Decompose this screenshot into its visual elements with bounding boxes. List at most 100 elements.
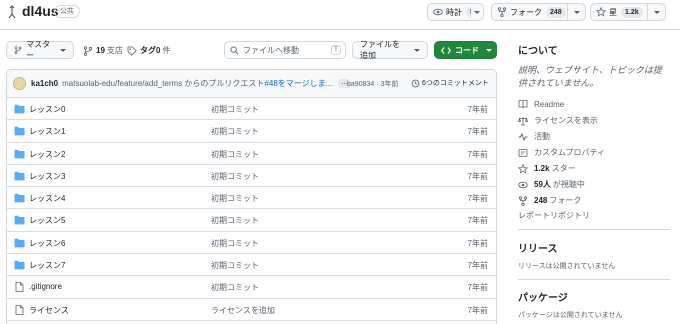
- file-commit-message[interactable]: 初期コミット: [211, 126, 259, 137]
- file-name[interactable]: レッスン6: [29, 238, 65, 249]
- branch-selector[interactable]: マスター: [6, 40, 74, 60]
- watchers-link[interactable]: 59人 が視聴中: [518, 179, 585, 190]
- code-label: コード: [455, 45, 479, 55]
- about-title: について: [518, 46, 558, 57]
- file-name[interactable]: レッスン2: [29, 149, 65, 160]
- file-name[interactable]: レッスン0: [29, 104, 65, 115]
- commit-hash[interactable]: ba90834 · 3年前: [347, 79, 398, 89]
- fork-count: 248: [546, 6, 566, 18]
- file-name[interactable]: レッスン5: [29, 215, 65, 226]
- file-row[interactable]: レッスン0 初期コミット 7年前: [7, 98, 496, 121]
- branches-link[interactable]: 19 支店: [83, 45, 123, 56]
- license-link[interactable]: ライセンスを表示: [518, 115, 598, 126]
- packages-title[interactable]: パッケージ: [518, 289, 568, 304]
- file-age: 7年前: [467, 194, 488, 204]
- sidebar-divider: [518, 279, 670, 280]
- file-commit-message[interactable]: 初期コミット: [211, 193, 259, 204]
- watch-dropdown[interactable]: [471, 3, 484, 21]
- history-icon: [411, 79, 420, 87]
- file-row[interactable]: レッスン1 初期コミット 7年前: [7, 120, 496, 143]
- fork-button[interactable]: フォーク 248: [492, 6, 567, 18]
- chevron-down-icon: [414, 48, 420, 52]
- report-repository-link[interactable]: レポートリポジトリ: [518, 210, 590, 221]
- fork-dropdown[interactable]: [567, 4, 585, 20]
- folder-icon: [14, 238, 25, 248]
- readme-link[interactable]: Readme: [518, 99, 564, 109]
- file-row[interactable]: レッスン4 初期コミット 7年前: [7, 187, 496, 210]
- releases-note: リリースは公開されていません: [518, 263, 616, 270]
- pulse-icon: [518, 132, 528, 141]
- file-name[interactable]: レッスン4: [29, 193, 65, 204]
- file-commit-message[interactable]: 初期コミット: [211, 238, 259, 249]
- license-label: ライセンスを表示: [534, 116, 598, 125]
- chevron-down-icon: [573, 10, 580, 14]
- file-commit-message[interactable]: 初期コミット: [211, 282, 259, 293]
- avatar[interactable]: [13, 77, 26, 90]
- add-file-button[interactable]: ファイルを追加: [352, 40, 428, 60]
- custom-properties-link[interactable]: カスタムプロパティ: [518, 147, 605, 158]
- activity-link[interactable]: 活動: [518, 131, 550, 142]
- file-search-input[interactable]: ファイルへ移動 T: [224, 41, 346, 59]
- branch-icon: [83, 45, 93, 56]
- file-commit-message[interactable]: 初期コミット: [211, 260, 259, 271]
- tag-icon: [127, 46, 137, 56]
- file-list: レッスン0 初期コミット 7年前 レッスン1 初期コミット 7年前 レッスン2 初期コミット 7…: [7, 98, 496, 321]
- branch-label: マスター: [26, 40, 51, 60]
- folder-icon: [14, 149, 25, 158]
- file-commit-message[interactable]: 初期コミット: [211, 215, 259, 226]
- tags-link[interactable]: タグ0 件: [127, 45, 170, 56]
- file-commit-message[interactable]: 初期コミット: [211, 149, 259, 160]
- file-name[interactable]: ライセンス: [29, 305, 69, 316]
- book-icon: [518, 100, 528, 109]
- folder-icon: [14, 104, 25, 114]
- star-icon: [518, 163, 528, 174]
- file-row[interactable]: レッスン3 初期コミット 7年前: [7, 165, 496, 188]
- latest-commit-bar: ka1ch0 matsuolab-edu/feature/add_terms か…: [7, 70, 496, 98]
- commit-pr-link[interactable]: #48をマージしま...: [264, 78, 332, 89]
- commit-history-link[interactable]: 6つのコミットメント: [411, 78, 489, 88]
- star-dropdown[interactable]: [647, 4, 665, 20]
- search-placeholder: ファイルへ移動: [243, 45, 299, 55]
- chevron-down-icon: [486, 48, 492, 52]
- file-row[interactable]: レッスン6 初期コミット 7年前: [7, 232, 496, 255]
- chevron-down-icon: [653, 10, 660, 14]
- readme-label: Readme: [534, 99, 565, 109]
- folder-icon: [14, 193, 25, 203]
- forks-link[interactable]: 248 フォーク: [518, 195, 581, 206]
- add-file-label: ファイルを追加: [360, 40, 400, 60]
- file-name[interactable]: レッスン7: [29, 260, 65, 271]
- search-icon: [230, 45, 239, 54]
- file-name[interactable]: .gitignore: [29, 282, 62, 291]
- star-button[interactable]: 星 1.2k: [591, 6, 647, 18]
- commit-author[interactable]: ka1ch0: [31, 79, 58, 88]
- tags-count: タグ0: [140, 46, 161, 55]
- file-commit-message[interactable]: 初期コミット: [211, 104, 259, 115]
- file-age: 7年前: [467, 238, 488, 248]
- fork-icon: [497, 7, 507, 17]
- file-icon: [15, 304, 24, 315]
- file-row[interactable]: レッスン5 初期コミット 7年前: [7, 209, 496, 232]
- stars-link[interactable]: 1.2k スター: [518, 163, 576, 174]
- scale-icon: [518, 116, 528, 125]
- file-row[interactable]: レッスン7 初期コミット 7年前: [7, 254, 496, 277]
- file-icon: [15, 282, 24, 293]
- file-name[interactable]: レッスン3: [29, 171, 65, 182]
- file-age: 7年前: [467, 216, 488, 226]
- code-button[interactable]: コード: [434, 41, 497, 59]
- star-button-group: 星 1.2k: [590, 3, 666, 21]
- branches-label: 支店: [106, 46, 123, 55]
- file-row[interactable]: レッスン2 初期コミット 7年前: [7, 143, 496, 165]
- file-commit-message[interactable]: 初期コミット: [211, 171, 259, 182]
- file-row[interactable]: .gitignore 初期コミット 7年前: [7, 276, 496, 299]
- branches-count: 19: [96, 46, 105, 55]
- visibility-badge: 公共: [54, 5, 80, 18]
- file-name[interactable]: レッスン1: [29, 126, 65, 137]
- file-row[interactable]: ライセンス ライセンスを追加 7年前: [7, 299, 496, 321]
- releases-title[interactable]: リリース: [518, 240, 558, 255]
- folder-icon: [14, 260, 25, 270]
- chevron-down-icon: [474, 10, 480, 14]
- watchers-count: 59人: [534, 180, 551, 189]
- custom-properties-label: カスタムプロパティ: [534, 148, 606, 157]
- commit-message[interactable]: matsuolab-edu/feature/add_terms からのプルリクエ…: [62, 78, 264, 89]
- file-commit-message[interactable]: ライセンスを追加: [211, 305, 275, 316]
